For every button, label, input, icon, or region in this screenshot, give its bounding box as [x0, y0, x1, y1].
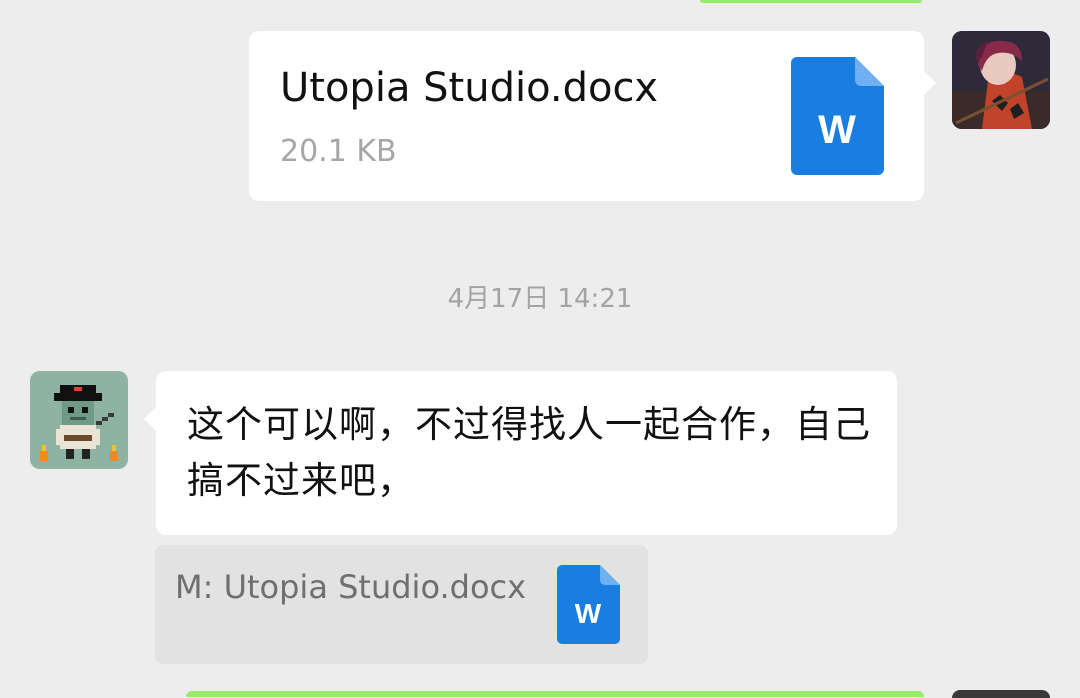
- file-size: 20.1 KB: [280, 134, 397, 169]
- my-avatar[interactable]: [952, 31, 1050, 129]
- pixel-art-avatar: [30, 371, 128, 469]
- word-document-icon: W: [791, 57, 884, 175]
- quoted-message-text: M: Utopia Studio.docx: [175, 568, 527, 606]
- previous-outgoing-bubble-edge: [700, 0, 922, 3]
- next-outgoing-bubble-edge: [186, 691, 924, 697]
- file-name: Utopia Studio.docx: [280, 65, 659, 111]
- word-icon-letter: W: [818, 108, 856, 152]
- file-message-bubble[interactable]: Utopia Studio.docx 20.1 KB W: [249, 31, 936, 201]
- message-timestamp: 4月17日 14:21: [447, 284, 633, 314]
- message-text: 这个可以啊，不过得找人一起合作，自己搞不过来吧，: [187, 403, 871, 502]
- next-avatar-edge: [952, 690, 1050, 698]
- contact-avatar[interactable]: [30, 371, 128, 469]
- word-document-icon: W: [557, 565, 620, 644]
- avatar-image: [952, 31, 1050, 129]
- quoted-message[interactable]: M: Utopia Studio.docx W: [155, 545, 648, 664]
- word-icon-letter: W: [575, 598, 602, 629]
- text-message-bubble[interactable]: 这个可以啊，不过得找人一起合作，自己搞不过来吧，: [144, 371, 897, 535]
